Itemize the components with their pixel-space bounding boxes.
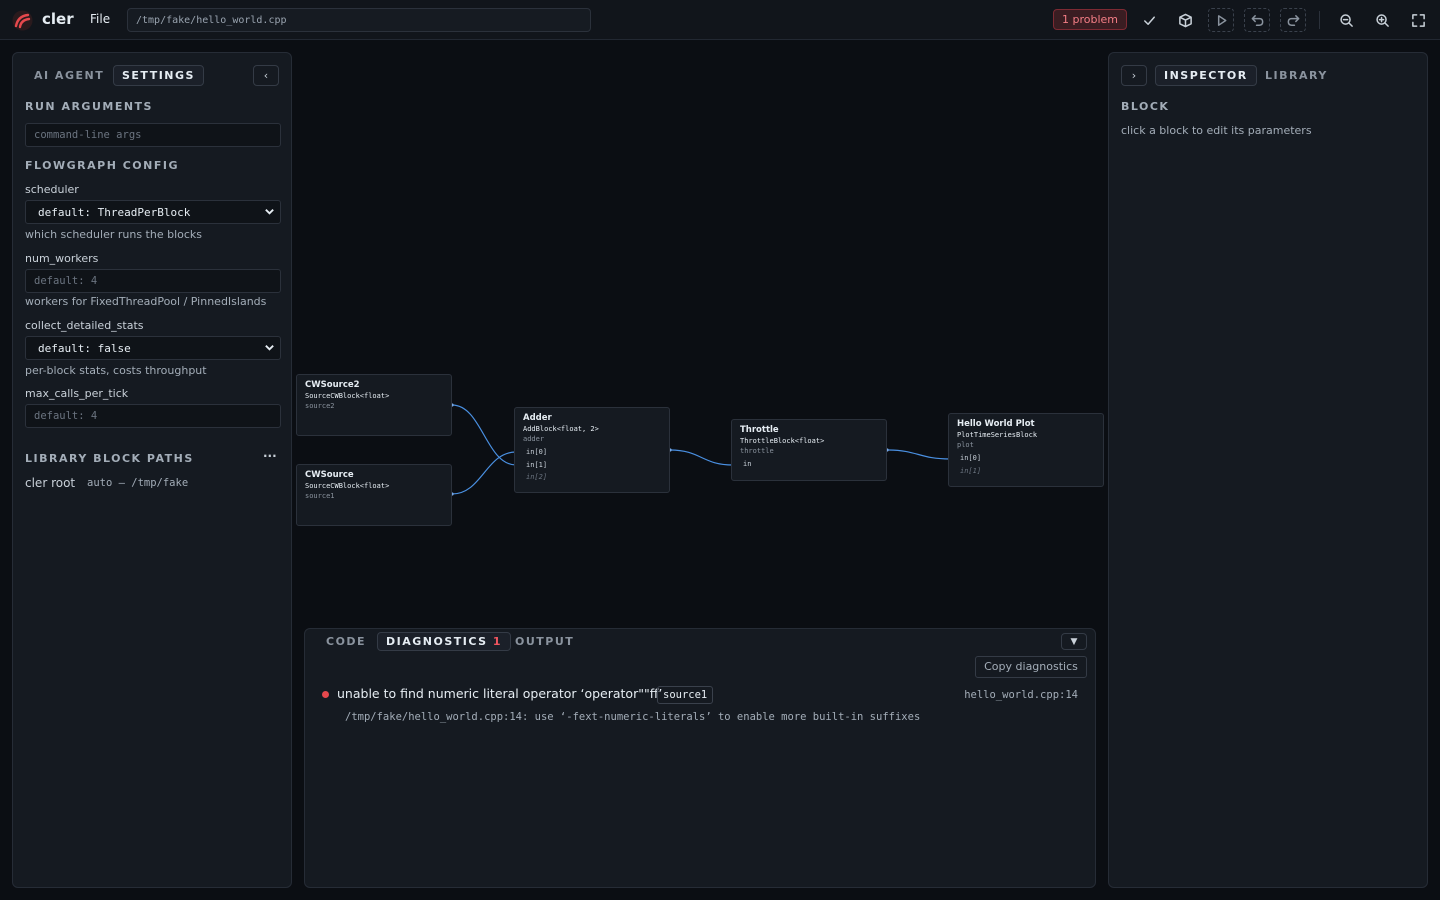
problem-badge[interactable]: 1 problem [1053,9,1127,30]
chevron-down-icon [264,206,275,217]
node-title: Adder [523,413,552,423]
undo-button[interactable] [1244,8,1270,32]
node-id: source1 [305,492,335,500]
node-type: ThrottleBlock<float> [740,437,825,445]
library-path-value[interactable]: auto — /tmp/fake [87,477,188,489]
file-path-field[interactable]: /tmp/fake/hello_world.cpp [127,8,591,32]
scheduler-select[interactable]: default: ThreadPerBlock [25,200,281,224]
file-menu[interactable]: File [90,12,110,26]
input-port[interactable]: in[0] [523,446,661,459]
settings-panel: AI AGENT SETTINGS ‹ RUN ARGUMENTS comman… [12,52,292,888]
check-button[interactable] [1136,8,1162,32]
zoom-out-icon [1339,13,1353,27]
expand-right-panel-button[interactable]: › [1121,65,1147,86]
node-type: AddBlock<float, 2> [523,425,599,433]
error-severity-icon [322,691,329,698]
zoom-in-button[interactable] [1369,8,1395,32]
node-title: Throttle [740,425,779,435]
edge-throttle-plot[interactable] [886,449,951,460]
collect-detailed-stats-value: default: false [38,342,131,355]
node-type: PlotTimeSeriesBlock [957,431,1038,439]
edge-source2-adder-in0[interactable] [451,404,517,466]
node-hello-world-plot[interactable]: Hello World Plot PlotTimeSeriesBlock plo… [948,413,1104,487]
diagnostic-message: unable to find numeric literal operator … [337,686,663,701]
diagnostic-detail: /tmp/fake/hello_world.cpp:14: use ‘-fext… [345,711,921,723]
scheduler-value: default: ThreadPerBlock [38,206,191,219]
run-icon [1217,14,1226,26]
input-port[interactable]: in[2] [523,471,661,484]
edge-adder-throttle[interactable] [669,449,734,466]
collapse-bottom-panel-button[interactable]: ▼ [1061,633,1087,650]
input-port[interactable]: in[0] [957,452,1095,465]
block-section-title: BLOCK [1121,100,1170,113]
node-title: CWSource2 [305,380,360,390]
num-workers-help: workers for FixedThreadPool / PinnedIsla… [25,295,267,308]
diagnostics-count-badge: 1 [492,635,503,648]
diagnostic-location-link[interactable]: hello_world.cpp:14 [964,689,1078,701]
collect-detailed-stats-help: per-block stats, costs throughput [25,364,207,377]
flowgraph-config-title: FLOWGRAPH CONFIG [25,159,179,172]
collapse-left-panel-button[interactable]: ‹ [253,65,279,86]
max-calls-per-tick-input[interactable]: default: 4 [25,404,281,428]
node-type: SourceCWBlock<float> [305,482,390,490]
toolbar-divider [1319,11,1320,29]
node-type: SourceCWBlock<float> [305,392,390,400]
fullscreen-button[interactable] [1405,8,1431,32]
node-id: source2 [305,402,335,410]
tab-ai-agent[interactable]: AI AGENT [34,69,104,82]
top-bar: cler File /tmp/fake/hello_world.cpp 1 pr… [0,0,1440,40]
tab-settings[interactable]: SETTINGS [113,65,204,86]
run-args-input[interactable]: command-line args [25,123,281,147]
collect-detailed-stats-select[interactable]: default: false [25,336,281,360]
scheduler-help: which scheduler runs the blocks [25,228,203,241]
node-adder[interactable]: Adder AddBlock<float, 2> adder in[0] in[… [514,407,670,493]
max-calls-per-tick-label: max_calls_per_tick [25,387,129,400]
scheduler-label: scheduler [25,183,79,196]
redo-button[interactable] [1280,8,1306,32]
edge-source1-adder-in1[interactable] [451,451,517,495]
copy-diagnostics-button[interactable]: Copy diagnostics [975,656,1087,678]
app-name: cler [42,10,74,28]
undo-icon [1251,14,1263,26]
fullscreen-icon [1411,13,1425,27]
bottom-panel: CODE DIAGNOSTICS 1 OUTPUT ▼ Copy diagnos… [304,628,1096,888]
library-block-paths-title: LIBRARY BLOCK PATHS [25,452,194,465]
input-port[interactable]: in [740,458,878,471]
redo-icon [1287,14,1299,26]
tab-code[interactable]: CODE [326,635,366,648]
node-throttle[interactable]: Throttle ThrottleBlock<float> throttle i… [731,419,887,481]
num-workers-input[interactable]: default: 4 [25,269,281,293]
library-path-name: cler root [25,476,76,490]
diagnostic-block-tag[interactable]: source1 [657,686,714,704]
node-cwsource2[interactable]: CWSource2 SourceCWBlock<float> source2 [296,374,452,436]
chevron-down-icon [264,342,275,353]
input-port[interactable]: in[1] [957,465,1095,478]
inspector-hint: click a block to edit its parameters [1121,124,1312,137]
input-port[interactable]: in[1] [523,459,661,472]
num-workers-label: num_workers [25,252,99,265]
build-button[interactable] [1172,8,1198,32]
tab-output[interactable]: OUTPUT [515,635,574,648]
tab-inspector[interactable]: INSPECTOR [1155,65,1257,86]
inspector-panel: › INSPECTOR LIBRARY BLOCK click a block … [1108,52,1428,888]
node-id: adder [523,435,545,443]
check-icon [1143,15,1155,25]
zoom-out-button[interactable] [1333,8,1359,32]
run-button[interactable] [1208,8,1234,32]
run-arguments-title: RUN ARGUMENTS [25,100,153,113]
tab-diagnostics[interactable]: DIAGNOSTICS 1 [377,632,512,651]
zoom-in-icon [1375,13,1389,27]
tab-library[interactable]: LIBRARY [1265,69,1328,82]
node-title: Hello World Plot [957,419,1035,429]
node-id: plot [957,441,974,449]
node-title: CWSource [305,470,354,480]
build-cube-icon [1178,13,1192,27]
diagnostics-tab-label: DIAGNOSTICS [386,635,488,648]
node-id: throttle [740,447,774,455]
node-cwsource[interactable]: CWSource SourceCWBlock<float> source1 [296,464,452,526]
more-options-icon[interactable]: ··· [263,449,277,463]
cler-logo-icon [12,10,33,31]
collect-detailed-stats-label: collect_detailed_stats [25,319,144,332]
